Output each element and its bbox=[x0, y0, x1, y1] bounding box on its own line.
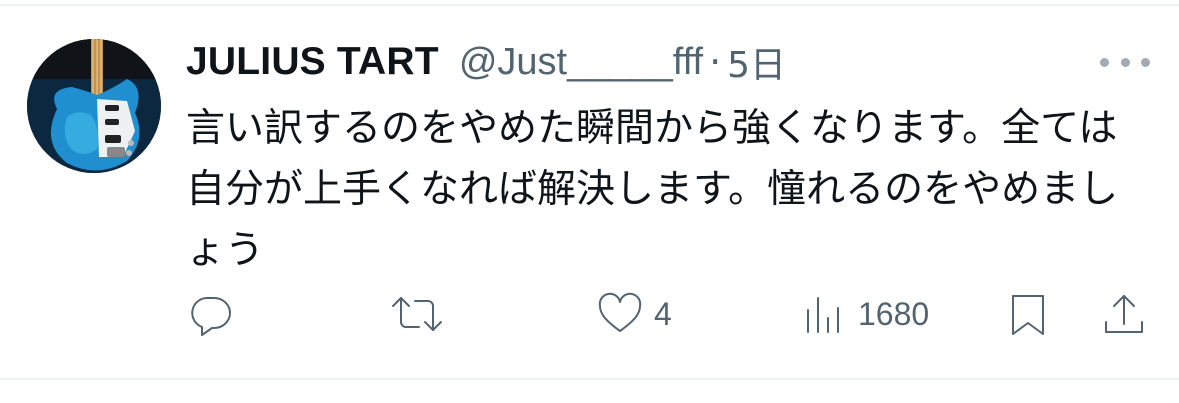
retweet-button[interactable] bbox=[389, 287, 455, 341]
heart-icon bbox=[598, 292, 642, 332]
top-divider bbox=[0, 4, 1179, 6]
guitar-avatar-icon bbox=[27, 39, 161, 173]
separator-dot: · bbox=[709, 40, 722, 84]
retweet-icon bbox=[392, 297, 442, 331]
tweet-text: 言い訳するのをやめた瞬間から強くなります。全ては自分が上手くなれば解決します。憧… bbox=[186, 106, 1119, 273]
reply-button[interactable] bbox=[186, 287, 244, 341]
more-dot bbox=[1141, 57, 1150, 67]
share-button[interactable] bbox=[1100, 287, 1148, 341]
action-bar: 4 1680 bbox=[0, 287, 1179, 341]
avatar[interactable] bbox=[27, 39, 161, 173]
timestamp[interactable]: 5日 bbox=[727, 36, 786, 88]
bookmark-icon bbox=[1012, 295, 1044, 335]
author-handle[interactable]: @Just_____fff bbox=[459, 41, 703, 84]
more-options-icon[interactable] bbox=[1100, 44, 1150, 80]
bookmark-button[interactable] bbox=[1004, 287, 1052, 341]
more-dot bbox=[1100, 57, 1109, 67]
share-icon bbox=[1105, 295, 1143, 333]
more-dot bbox=[1120, 57, 1130, 67]
bottom-divider bbox=[0, 378, 1179, 380]
like-button[interactable]: 4 bbox=[596, 287, 672, 341]
like-count: 4 bbox=[654, 295, 672, 332]
author-name[interactable]: JULIUS TART bbox=[186, 40, 439, 84]
views-count: 1680 bbox=[858, 295, 930, 332]
views-button[interactable]: 1680 bbox=[800, 287, 929, 341]
views-icon bbox=[807, 297, 839, 333]
tweet-header: JULIUS TART @Just_____fff · 5日 bbox=[186, 36, 786, 88]
reply-icon bbox=[191, 297, 231, 336]
